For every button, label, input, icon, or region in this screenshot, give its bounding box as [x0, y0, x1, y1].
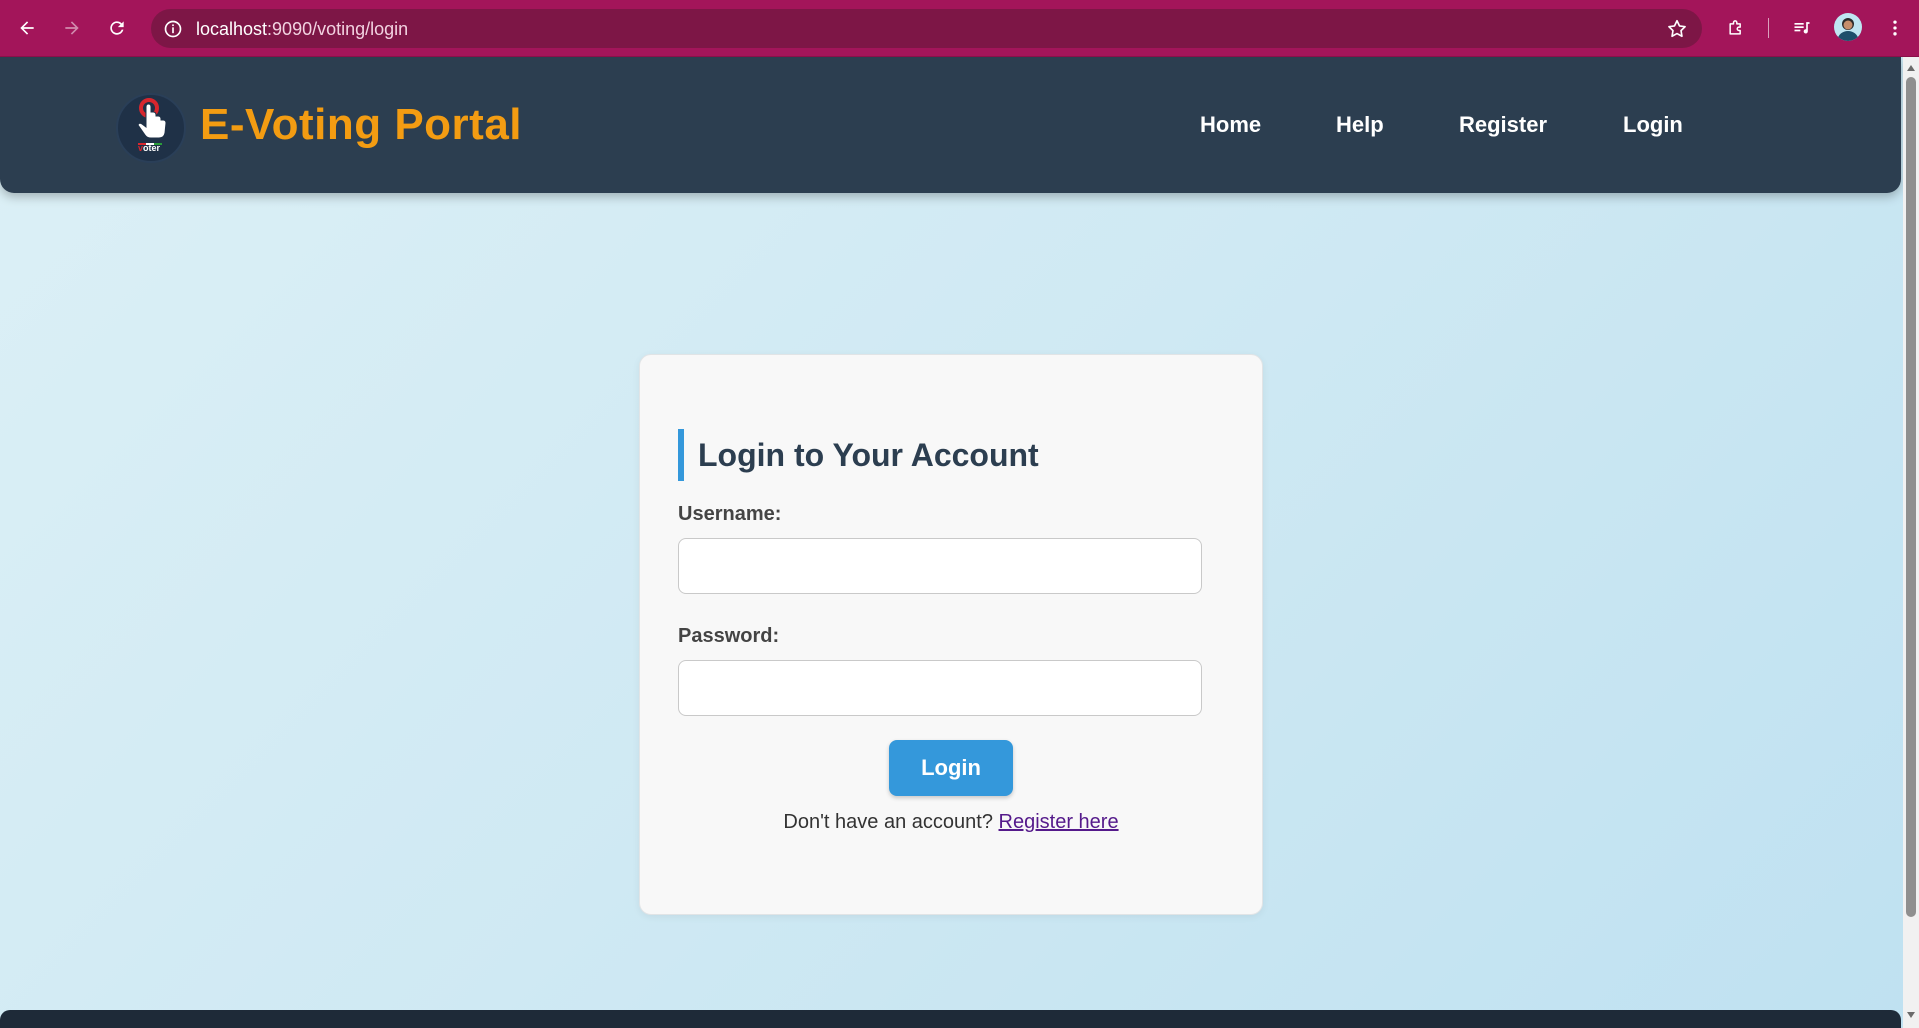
- scroll-up-icon[interactable]: [1907, 65, 1915, 71]
- forward-button[interactable]: [56, 12, 88, 44]
- scrollbar-thumb[interactable]: [1906, 77, 1916, 917]
- media-button[interactable]: [1786, 12, 1818, 44]
- login-card: Login to Your Account Username: Password…: [639, 354, 1263, 915]
- register-prompt: Don't have an account? Register here: [640, 811, 1262, 834]
- info-icon[interactable]: [162, 18, 183, 39]
- address-bar[interactable]: localhost:9090/voting/login: [151, 9, 1702, 48]
- reload-icon: [110, 21, 124, 35]
- url-path: :9090/voting/login: [267, 19, 409, 39]
- vertical-scrollbar[interactable]: [1903, 57, 1919, 1028]
- nav-register[interactable]: Register: [1459, 112, 1547, 138]
- nav-help[interactable]: Help: [1336, 112, 1384, 138]
- avatar[interactable]: [1834, 13, 1862, 41]
- back-button[interactable]: [11, 12, 43, 44]
- login-heading: Login to Your Account: [678, 429, 1039, 481]
- reload-button[interactable]: [101, 12, 133, 44]
- password-label: Password:: [678, 625, 780, 647]
- scroll-down-icon[interactable]: [1907, 1012, 1915, 1018]
- browser-toolbar: localhost:9090/voting/login: [0, 0, 1919, 57]
- media-queue-icon: [1794, 22, 1810, 34]
- username-label: Username:: [678, 503, 782, 525]
- toolbar-separator: [1768, 18, 1769, 38]
- username-input[interactable]: [678, 538, 1202, 594]
- arrow-left-icon: [20, 21, 34, 35]
- menu-button[interactable]: [1879, 12, 1911, 44]
- url-text[interactable]: localhost:9090/voting/login: [196, 19, 408, 40]
- nav-login[interactable]: Login: [1623, 112, 1683, 138]
- page-viewport: voter E-Voting Portal Home Help Register…: [0, 57, 1903, 1028]
- logo-wordmark: voter: [138, 143, 161, 153]
- url-host: localhost: [196, 19, 268, 39]
- kebab-menu-icon: [1893, 20, 1897, 36]
- arrow-right-icon: [65, 21, 79, 35]
- register-prompt-text: Don't have an account?: [783, 811, 993, 833]
- star-icon[interactable]: [1666, 18, 1688, 40]
- puzzle-icon: [1729, 20, 1741, 35]
- nav-home[interactable]: Home: [1200, 112, 1261, 138]
- register-link[interactable]: Register here: [999, 811, 1119, 833]
- site-title[interactable]: E-Voting Portal: [200, 100, 522, 150]
- password-input[interactable]: [678, 660, 1202, 716]
- site-header: voter E-Voting Portal Home Help Register…: [0, 57, 1901, 193]
- voter-logo[interactable]: voter: [116, 93, 186, 163]
- extensions-button[interactable]: [1720, 12, 1752, 44]
- site-footer: [0, 1010, 1901, 1028]
- login-button[interactable]: Login: [889, 740, 1013, 796]
